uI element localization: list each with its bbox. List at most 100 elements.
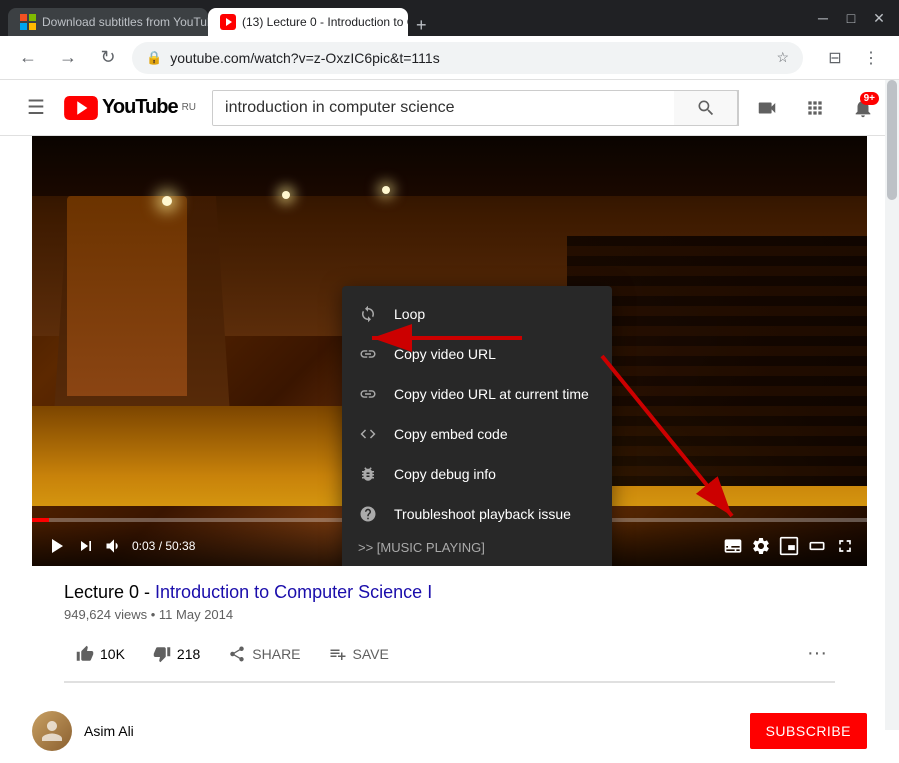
play-button[interactable] — [44, 534, 68, 558]
search-input[interactable] — [213, 91, 674, 125]
ctx-copy-debug-label: Copy debug info — [394, 466, 496, 482]
share-label: SHARE — [252, 646, 300, 662]
ctx-loop[interactable]: Loop — [342, 294, 612, 334]
minimize-button[interactable]: ─ — [811, 6, 835, 30]
more-options-button[interactable]: ⋮ — [855, 42, 887, 74]
refresh-button[interactable]: ↻ — [92, 42, 124, 74]
time-total: 50:38 — [165, 539, 195, 553]
new-tab-button[interactable]: + — [408, 15, 435, 36]
music-playing-text: >> [MUSIC PLAYING] — [342, 534, 612, 561]
tab-youtube[interactable]: (13) Lecture 0 - Introduction to C... ✕ — [208, 8, 408, 36]
tab-subtitles[interactable]: Download subtitles from YouTub... ✕ — [8, 8, 208, 36]
notification-button[interactable]: 9+ — [843, 88, 883, 128]
more-actions-button[interactable]: ··· — [799, 634, 835, 673]
browser-menu-icons: ⊟ ⋮ — [819, 42, 887, 74]
video-title-link[interactable]: Introduction to Computer Science I — [155, 582, 432, 602]
publish-date: 11 May 2014 — [159, 607, 233, 622]
close-button[interactable]: ✕ — [867, 6, 891, 30]
window-controls: ─ □ ✕ — [811, 6, 891, 30]
ctx-loop-label: Loop — [394, 306, 425, 322]
next-button[interactable] — [76, 536, 96, 556]
header-right-controls: 9+ — [747, 88, 883, 128]
ctx-copy-url[interactable]: Copy video URL — [342, 334, 612, 374]
link-icon — [358, 344, 378, 364]
hall-top-dark — [32, 136, 867, 196]
youtube-logo[interactable]: YouTube RU — [64, 96, 196, 120]
ctx-copy-embed[interactable]: Copy embed code — [342, 414, 612, 454]
search-icon — [696, 98, 716, 118]
channel-avatar — [32, 711, 72, 751]
search-button[interactable] — [674, 90, 738, 126]
time-current: 0:03 — [132, 539, 155, 553]
settings-button[interactable] — [751, 536, 771, 556]
video-actions: 10K 218 SHARE SAVE ··· — [64, 634, 835, 683]
save-label: SAVE — [353, 646, 389, 662]
view-count: 949,624 views — [64, 607, 147, 622]
ctx-troubleshoot[interactable]: Troubleshoot playback issue — [342, 494, 612, 534]
cast-icon[interactable]: ⊟ — [819, 42, 851, 74]
address-bar[interactable]: 🔒 youtube.com/watch?v=z-OxzIC6pic&t=111s… — [132, 42, 803, 74]
ctx-copy-url-time[interactable]: Copy video URL at current time — [342, 374, 612, 414]
video-info: Lecture 0 - Introduction to Computer Sci… — [32, 566, 867, 699]
tab-favicon-youtube — [220, 14, 236, 30]
tab-favicon-subtitles — [20, 14, 36, 30]
youtube-logo-text: YouTube — [102, 96, 178, 119]
skip-next-icon — [76, 536, 96, 556]
volume-icon — [104, 536, 124, 556]
maximize-button[interactable]: □ — [839, 6, 863, 30]
ctx-stats[interactable]: Stats for nerds — [342, 561, 612, 566]
question-icon — [358, 504, 378, 524]
youtube-logo-icon — [64, 96, 98, 120]
channel-row: Asim Ali SUBSCRIBE — [0, 699, 899, 763]
ctx-copy-debug[interactable]: Copy debug info — [342, 454, 612, 494]
video-title: Lecture 0 - Introduction to Computer Sci… — [64, 582, 432, 603]
video-player[interactable]: Loop Copy video URL Copy video URL at cu… — [32, 136, 867, 566]
settings-icon — [751, 536, 771, 556]
miniplayer-button[interactable] — [779, 536, 799, 556]
save-button[interactable]: SAVE — [317, 637, 401, 671]
scrollbar-thumb[interactable] — [887, 80, 897, 200]
apps-button[interactable] — [795, 88, 835, 128]
browser-addressbar: ← → ↻ 🔒 youtube.com/watch?v=z-OxzIC6pic&… — [0, 36, 899, 80]
fullscreen-button[interactable] — [835, 536, 855, 556]
dislike-button[interactable]: 218 — [141, 637, 212, 671]
video-title-static: Lecture 0 - — [64, 582, 155, 602]
share-icon — [228, 645, 246, 663]
address-text: youtube.com/watch?v=z-OxzIC6pic&t=111s — [170, 50, 768, 66]
browser-titlebar: Download subtitles from YouTub... ✕ (13)… — [0, 0, 899, 36]
back-button[interactable]: ← — [12, 42, 44, 74]
tab-label-youtube: (13) Lecture 0 - Introduction to C... — [242, 15, 408, 29]
hamburger-menu-button[interactable]: ☰ — [16, 88, 56, 128]
browser-tabs: Download subtitles from YouTub... ✕ (13)… — [8, 0, 797, 36]
share-button[interactable]: SHARE — [216, 637, 312, 671]
subtitles-button[interactable] — [723, 536, 743, 556]
embed-icon — [358, 424, 378, 444]
forward-button[interactable]: → — [52, 42, 84, 74]
search-bar-wrap — [212, 90, 739, 126]
thumbs-up-icon — [76, 645, 94, 663]
ctx-troubleshoot-label: Troubleshoot playback issue — [394, 506, 571, 522]
link-time-icon — [358, 384, 378, 404]
like-button[interactable]: 10K — [64, 637, 137, 671]
like-count: 10K — [100, 646, 125, 662]
light-2 — [282, 191, 290, 199]
subtitles-icon — [723, 536, 743, 556]
play-icon — [44, 534, 68, 558]
time-display: 0:03 / 50:38 — [132, 539, 195, 553]
debug-icon — [358, 464, 378, 484]
theater-button[interactable] — [807, 536, 827, 556]
avatar-silhouette — [37, 716, 67, 746]
subscribe-button[interactable]: SUBSCRIBE — [750, 713, 867, 749]
theater-icon — [807, 536, 827, 556]
youtube-country-badge: RU — [182, 102, 196, 113]
bookmark-icon: ☆ — [776, 49, 789, 66]
volume-button[interactable] — [104, 536, 124, 556]
scrollbar[interactable] — [885, 80, 899, 730]
notification-badge: 9+ — [860, 92, 879, 105]
main-content: Loop Copy video URL Copy video URL at cu… — [0, 136, 899, 763]
youtube-header: ☰ YouTube RU 9+ — [0, 80, 899, 136]
light-3 — [382, 186, 390, 194]
upload-button[interactable] — [747, 88, 787, 128]
video-camera-icon — [756, 97, 778, 119]
apps-grid-icon — [805, 98, 825, 118]
